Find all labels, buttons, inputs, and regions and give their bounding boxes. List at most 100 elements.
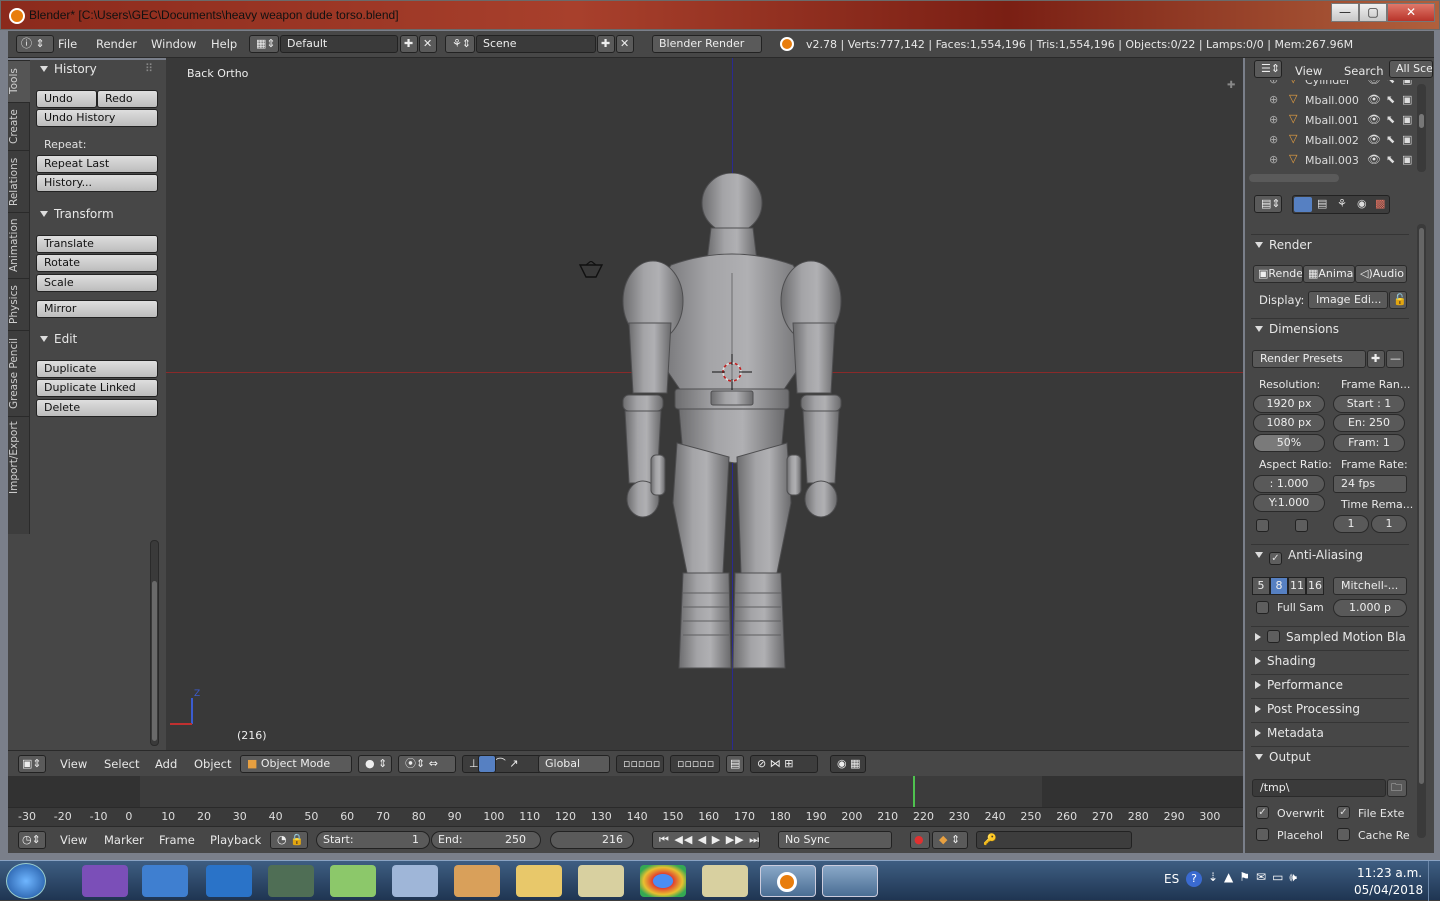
camera-icon[interactable] (578, 261, 606, 281)
outliner-item-label[interactable]: Mball.001 (1305, 114, 1359, 127)
outliner-row[interactable]: ⊕ ▽ Mball.003 👁 ⬉ ▣ (1245, 150, 1417, 170)
frame-end-field[interactable]: En: 250 (1333, 414, 1405, 432)
record-icon[interactable]: ● (910, 831, 930, 849)
start-frame-field[interactable]: Start: 1 (316, 831, 430, 849)
time-remap-old-field[interactable]: 1 (1333, 515, 1369, 533)
keying-set-field[interactable]: 🔑 (976, 831, 1132, 849)
image-viewer-icon[interactable] (578, 865, 624, 897)
tab-tools[interactable]: Tools (8, 60, 30, 102)
shading-dropdown[interactable]: ● ⇕ (358, 755, 392, 773)
aa-sample-button[interactable]: 11 (1288, 577, 1306, 595)
object-context-icon[interactable]: ▩ (1375, 197, 1385, 210)
timeline-menu-frame[interactable]: Frame (159, 833, 195, 847)
render-layers-icon[interactable]: ▤ (1317, 197, 1327, 210)
redo-button[interactable]: Redo (97, 90, 158, 108)
outliner-hscroll[interactable] (1249, 174, 1339, 182)
timeline-menu-view[interactable]: View (60, 833, 87, 847)
lock-interface-icon[interactable]: 🔓 (1389, 291, 1407, 309)
outliner-row[interactable]: ⊕ ▽ Mball.002 👁 ⬉ ▣ (1245, 130, 1417, 150)
duplicate-linked-button[interactable]: Duplicate Linked (36, 379, 158, 397)
outliner-row[interactable]: ⊕ ▽ Mball.001 👁 ⬉ ▣ (1245, 110, 1417, 130)
screen-layout-icon[interactable]: ▦⇕ (249, 35, 279, 53)
scale-button[interactable]: Scale (36, 274, 158, 292)
outliner-menu-search[interactable]: Search (1344, 64, 1384, 78)
menu-add[interactable]: Add (155, 757, 177, 771)
output-path-field[interactable]: /tmp\ (1252, 779, 1386, 797)
aa-sample-button[interactable]: 8 (1270, 577, 1288, 595)
remove-preset-icon[interactable]: — (1386, 350, 1404, 368)
outliner-scrollbar-thumb[interactable] (1419, 114, 1424, 128)
tab-import-export[interactable]: Import/Export (8, 416, 30, 498)
history-button[interactable]: History... (36, 174, 158, 192)
cursor-select-icon[interactable]: ⬉ (1386, 80, 1395, 86)
language-indicator[interactable]: ES (1164, 872, 1179, 886)
show-desktop-button[interactable] (1428, 861, 1440, 901)
remove-screen-icon[interactable]: ✕ (419, 35, 437, 53)
aa-filter-dropdown[interactable]: Mitchell-... (1333, 577, 1407, 595)
properties-editor-icon[interactable]: ▤⇕ (1254, 195, 1282, 213)
lock-layers-icon[interactable]: ▤ (726, 755, 744, 773)
performance-panel-header[interactable]: Performance (1251, 674, 1409, 696)
manipulator-buttons[interactable]: ⊥ ↗ ⌒ ↗ (462, 755, 542, 773)
eye-icon[interactable]: 👁 (1367, 80, 1381, 86)
anti-aliasing-checkbox[interactable]: ✓ (1269, 552, 1282, 565)
tab-grease-pencil[interactable]: Grease Pencil (8, 330, 30, 416)
edit-panel-header[interactable]: Edit (40, 332, 77, 346)
menu-object[interactable]: Object (194, 757, 231, 771)
outliner-row[interactable]: ⊕ ▽ Cylinder 👁 ⬉ ▣ (1245, 80, 1417, 90)
scene-context-icon[interactable]: ⚘ (1337, 197, 1347, 210)
transform-panel-header[interactable]: Transform (40, 207, 114, 221)
resolution-percentage-field[interactable]: 50% (1253, 434, 1325, 452)
outliner-menu-view[interactable]: View (1295, 64, 1322, 78)
context-tabs[interactable]: ▤ ⚘ ◉ ▩ (1292, 195, 1390, 214)
editor-type-icon[interactable]: ▣⇕ (18, 755, 46, 773)
clock-time[interactable]: 11:23 a.m. (1357, 866, 1422, 880)
render-preview-icons[interactable]: ◉ ▦ (830, 755, 866, 773)
layers-grid-2[interactable]: ▫▫▫▫▫ (670, 755, 720, 773)
undo-history-button[interactable]: Undo History (36, 109, 158, 127)
add-scene-icon[interactable]: ✚ (597, 35, 615, 53)
end-frame-field[interactable]: End: 250 (431, 831, 541, 849)
full-sample-checkbox[interactable] (1256, 601, 1269, 614)
media-player-icon[interactable] (142, 865, 188, 897)
orientation-dropdown[interactable]: Global (538, 755, 610, 773)
viewport-corner-icon[interactable]: ✚ (1227, 80, 1235, 91)
eye-icon[interactable]: 👁 (1367, 93, 1381, 106)
snap-icons[interactable]: ⊘ ⋈ ⊞ (750, 755, 818, 773)
render-camera-icon[interactable]: ▣ (1402, 80, 1412, 86)
scene-field[interactable]: Scene (476, 35, 596, 53)
add-preset-icon[interactable]: ✚ (1367, 350, 1385, 368)
outliner-item-label[interactable]: Mball.003 (1305, 154, 1359, 167)
rotate-button[interactable]: Rotate (36, 254, 158, 272)
render-context-icon[interactable] (1294, 197, 1312, 212)
paint-app-icon[interactable] (454, 865, 500, 897)
anti-aliasing-panel-header[interactable]: ✓ Anti-Aliasing (1251, 544, 1409, 566)
paint-taskbar-icon[interactable] (822, 865, 878, 897)
menu-window[interactable]: Window (151, 37, 196, 51)
tab-create[interactable]: Create (8, 102, 30, 150)
render-camera-icon[interactable]: ▣ (1402, 133, 1412, 146)
add-screen-icon[interactable]: ✚ (400, 35, 418, 53)
visual-studio-icon[interactable] (82, 865, 128, 897)
properties-scrollbar[interactable] (1417, 224, 1426, 838)
chrome-icon[interactable] (640, 865, 686, 897)
layers-grid-1[interactable]: ▫▫▫▫▫ (616, 755, 664, 773)
placeholders-checkbox[interactable] (1256, 828, 1269, 841)
pivot-dropdown[interactable]: ⦿⇕ ⇔ (398, 755, 456, 773)
metadata-panel-header[interactable]: Metadata (1251, 722, 1409, 744)
motion-blur-checkbox[interactable] (1267, 630, 1280, 643)
resolution-y-field[interactable]: 1080 px (1253, 414, 1325, 432)
image-viewer-2-icon[interactable] (702, 865, 748, 897)
time-remap-new-field[interactable]: 1 (1371, 515, 1407, 533)
keying-icon[interactable]: ◆ ⇕ (932, 831, 968, 849)
world-context-icon[interactable]: ◉ (1357, 197, 1367, 210)
menu-file[interactable]: File (58, 37, 77, 51)
frame-step-field[interactable]: Fram: 1 (1333, 434, 1405, 452)
expand-icon[interactable]: ⊕ (1269, 133, 1278, 146)
aspect-x-field[interactable]: : 1.000 (1253, 475, 1325, 493)
output-panel-header[interactable]: Output (1251, 746, 1409, 768)
cursor-select-icon[interactable]: ⬉ (1386, 113, 1395, 126)
outliner-editor-icon[interactable]: ☰⇕ (1254, 60, 1282, 78)
frame-start-field[interactable]: Start : 1 (1333, 395, 1405, 413)
motion-blur-panel-header[interactable]: Sampled Motion Bla (1251, 626, 1409, 648)
